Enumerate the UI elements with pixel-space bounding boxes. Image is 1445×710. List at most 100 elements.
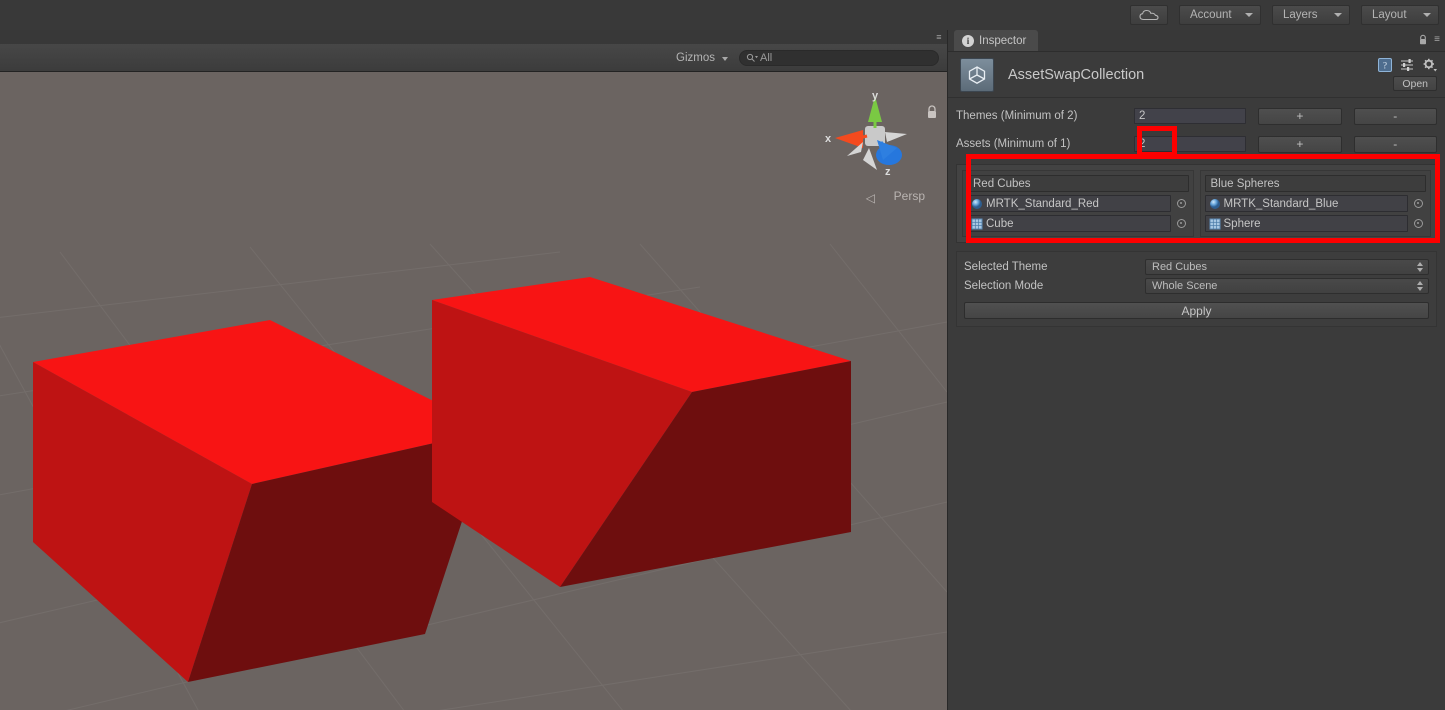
selected-theme-value: Red Cubes <box>1152 260 1208 273</box>
scene-panel-menu-icon[interactable]: ≡ <box>936 32 941 42</box>
mesh-icon <box>971 218 983 230</box>
themes-remove-button[interactable]: - <box>1353 107 1437 125</box>
theme-name-value-0: Red Cubes <box>973 177 1031 190</box>
gizmos-dropdown[interactable]: Gizmos <box>670 50 733 66</box>
themes-add-label: + <box>1296 109 1304 123</box>
inspector-header-icons: ? <box>1378 58 1437 77</box>
theme-column-0: Red Cubes MRTK_Standard_Red Cube <box>962 170 1194 237</box>
scene-orientation-gizmo[interactable]: y x z <box>821 82 931 192</box>
object-picker-icon[interactable] <box>1411 196 1426 211</box>
top-toolbar: Account Layers Layout <box>0 0 1445 30</box>
assets-remove-button[interactable]: - <box>1353 135 1437 153</box>
themes-count-input[interactable]: 2 <box>1134 108 1247 124</box>
gizmo-x-label: x <box>825 133 832 145</box>
open-button[interactable]: Open <box>1393 76 1437 91</box>
scene-viewport[interactable]: y x z ◁ Persp <box>0 72 947 710</box>
layers-button[interactable]: Layers <box>1272 5 1350 25</box>
lock-icon[interactable] <box>1418 33 1428 45</box>
theme-column-1: Blue Spheres MRTK_Standard_Blue Sphere <box>1199 170 1431 237</box>
gizmo-y-label: y <box>872 90 879 102</box>
assets-count-value: 2 <box>1139 138 1146 150</box>
projection-label[interactable]: Persp <box>894 189 925 203</box>
apply-settings-box: Selected Theme Red Cubes Selection Mode … <box>956 251 1437 327</box>
selected-theme-label: Selected Theme <box>964 260 1048 273</box>
selection-mode-label: Selection Mode <box>964 279 1044 292</box>
preset-icon[interactable] <box>1400 58 1414 77</box>
theme-asset-label-1-0: MRTK_Standard_Blue <box>1223 197 1339 210</box>
layout-label: Layout <box>1372 9 1407 21</box>
assets-add-label: + <box>1296 137 1304 151</box>
scene-search-value: All <box>760 51 773 64</box>
chevron-updown-icon <box>1416 280 1423 291</box>
assets-count-input[interactable]: 2 <box>1134 136 1247 152</box>
cloud-icon <box>1139 9 1159 21</box>
info-icon: i <box>962 34 974 47</box>
account-button[interactable]: Account <box>1179 5 1261 25</box>
help-icon[interactable]: ? <box>1378 58 1392 77</box>
selection-mode-row: Selection Mode Whole Scene <box>964 277 1429 294</box>
object-picker-icon[interactable] <box>1411 216 1426 231</box>
lock-icon[interactable] <box>925 104 939 120</box>
theme-name-input-0[interactable]: Red Cubes <box>967 175 1189 192</box>
theme-asset-field-0-1[interactable]: Cube <box>967 215 1171 232</box>
theme-asset-field-1-0[interactable]: MRTK_Standard_Blue <box>1204 195 1408 212</box>
mesh-icon <box>1209 218 1221 230</box>
assets-add-button[interactable]: + <box>1258 135 1342 153</box>
inspector-tab-controls: ≡ <box>1418 33 1440 45</box>
themes-add-button[interactable]: + <box>1258 107 1342 125</box>
inspector-body: AssetSwapCollection ? Open Themes (Minim… <box>948 51 1445 710</box>
apply-button[interactable]: Apply <box>964 302 1429 319</box>
search-icon <box>746 53 758 63</box>
theme-asset-row-0-1: Cube <box>967 215 1189 232</box>
themes-count-label: Themes (Minimum of 2) <box>956 110 1078 122</box>
tab-inspector[interactable]: i Inspector <box>954 30 1039 51</box>
theme-asset-label-0-1: Cube <box>986 217 1014 230</box>
theme-name-value-1: Blue Spheres <box>1210 177 1280 190</box>
material-sphere-icon <box>1209 198 1221 210</box>
selected-theme-dropdown[interactable]: Red Cubes <box>1145 258 1429 275</box>
assets-count-row: Assets (Minimum of 1) 2 + - <box>956 134 1437 154</box>
scene-view-panel: ≡ Gizmos All y x z ◁ Persp <box>0 30 947 710</box>
assets-count-label: Assets (Minimum of 1) <box>956 138 1071 150</box>
inspector-asset-header: AssetSwapCollection ? Open <box>948 52 1445 98</box>
theme-asset-row-1-0: MRTK_Standard_Blue <box>1204 195 1427 212</box>
theme-asset-row-1-1: Sphere <box>1204 215 1427 232</box>
gear-icon[interactable] <box>1422 58 1437 77</box>
inspector-properties: Themes (Minimum of 2) 2 + - Assets (Mini… <box>948 98 1445 164</box>
projection-toggle-arrow[interactable]: ◁ <box>866 191 875 205</box>
themes-count-row: Themes (Minimum of 2) 2 + - <box>956 106 1437 126</box>
chevron-down-icon <box>1423 13 1431 17</box>
themes-remove-label: - <box>1393 109 1398 123</box>
themes-list: Red Cubes MRTK_Standard_Red Cube Blue Sp… <box>956 164 1437 243</box>
apply-button-label: Apply <box>1181 303 1212 318</box>
inspector-panel: i Inspector ≡ AssetSwapCollection ? Open… <box>948 30 1445 710</box>
theme-asset-label-0-0: MRTK_Standard_Red <box>986 197 1099 210</box>
hamburger-icon[interactable]: ≡ <box>1434 34 1440 45</box>
unity-editor-window: Account Layers Layout ≡ Gizmos All y x z… <box>0 0 1445 710</box>
layout-button[interactable]: Layout <box>1361 5 1439 25</box>
layers-label: Layers <box>1283 9 1318 21</box>
theme-asset-field-0-0[interactable]: MRTK_Standard_Red <box>967 195 1171 212</box>
page-title: AssetSwapCollection <box>1008 66 1145 83</box>
selected-theme-row: Selected Theme Red Cubes <box>964 258 1429 275</box>
object-picker-icon[interactable] <box>1174 216 1189 231</box>
cloud-services-button[interactable] <box>1130 5 1168 25</box>
scene-objects <box>33 277 851 682</box>
gizmo-z-label: z <box>885 166 891 178</box>
object-picker-icon[interactable] <box>1174 196 1189 211</box>
chevron-down-icon <box>1245 13 1253 17</box>
scene-cube-1 <box>33 320 492 682</box>
selection-mode-value: Whole Scene <box>1152 279 1218 292</box>
account-label: Account <box>1190 9 1232 21</box>
scene-tab-strip: ≡ <box>0 30 947 44</box>
svg-text:?: ? <box>1383 61 1387 71</box>
theme-name-input-1[interactable]: Blue Spheres <box>1204 175 1426 192</box>
theme-asset-field-1-1[interactable]: Sphere <box>1204 215 1408 232</box>
inspector-tab-label: Inspector <box>979 34 1027 47</box>
material-sphere-icon <box>971 198 983 210</box>
selection-mode-dropdown[interactable]: Whole Scene <box>1145 277 1429 294</box>
chevron-updown-icon <box>1416 261 1423 272</box>
chevron-down-icon <box>1334 13 1342 17</box>
theme-asset-label-1-1: Sphere <box>1223 217 1261 230</box>
scene-search-input[interactable]: All <box>739 49 939 66</box>
